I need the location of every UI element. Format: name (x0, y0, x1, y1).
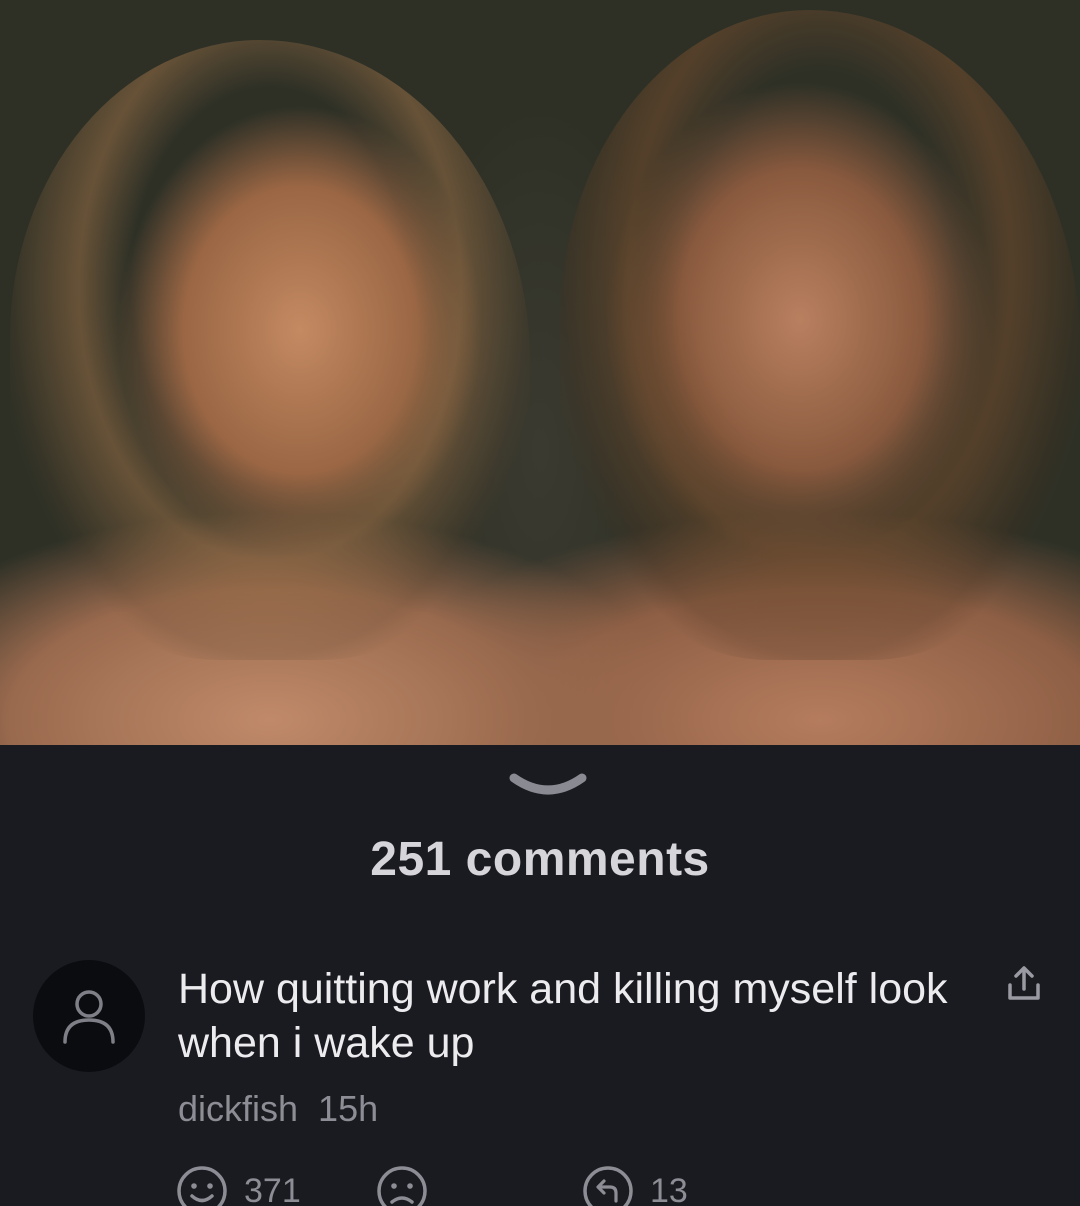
share-icon[interactable] (1005, 965, 1043, 1003)
image-subject-left (10, 40, 530, 660)
comment-time: 15h (318, 1088, 379, 1129)
comment-author[interactable]: dickfish (178, 1088, 298, 1129)
reply-button[interactable]: 13 (582, 1165, 688, 1206)
comment-meta: dickfish 15h (178, 1088, 378, 1130)
upvote-button[interactable]: 371 (176, 1165, 301, 1206)
reply-icon (583, 1166, 633, 1206)
downvote-button[interactable] (376, 1165, 428, 1206)
smiley-happy-icon (177, 1166, 227, 1206)
avatar[interactable] (33, 960, 145, 1072)
chevron-down-icon[interactable] (508, 768, 588, 804)
post-image[interactable] (0, 0, 1080, 745)
comment-actions: 371 13 (176, 1165, 876, 1206)
upvote-count: 371 (244, 1171, 301, 1206)
comment-body: How quitting work and killing myself loo… (178, 965, 948, 1067)
comments-count: 251 comments (370, 833, 710, 886)
smiley-sad-icon (377, 1166, 427, 1206)
post-view: 251 comments How quitting work and killi… (0, 0, 1080, 1206)
image-subject-right (560, 10, 1080, 660)
user-icon (63, 990, 115, 1044)
reply-count: 13 (650, 1171, 688, 1206)
